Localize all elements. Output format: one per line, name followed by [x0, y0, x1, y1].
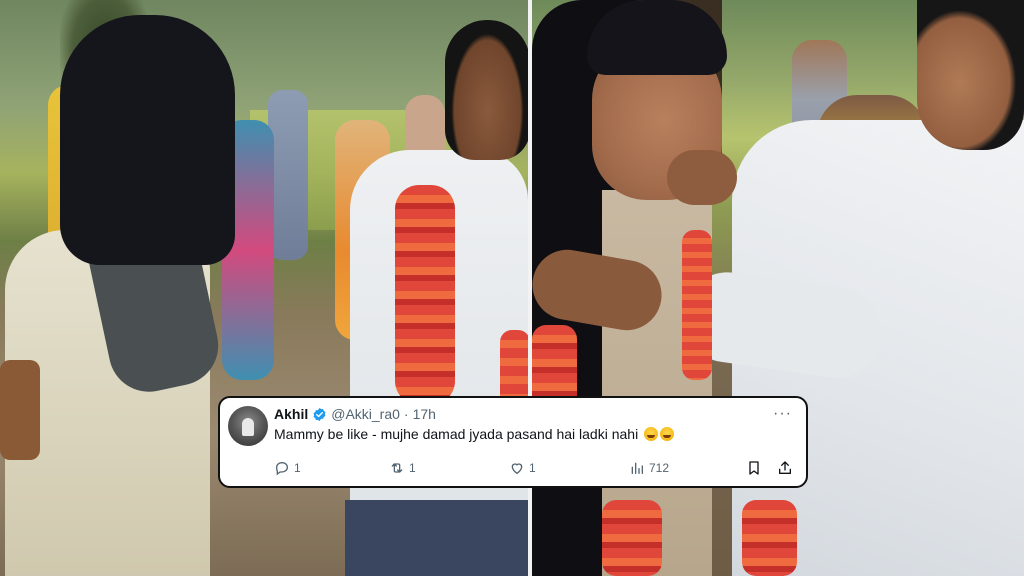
user-handle[interactable]: @Akki_ra0: [331, 406, 400, 422]
right-photo-panel: [532, 0, 1024, 576]
flower-garland: [742, 500, 797, 576]
wooden-stool: [0, 360, 40, 460]
flower-garland: [602, 500, 662, 576]
tweet-text-row: Mammy be like - mujhe damad jyada pasand…: [274, 426, 792, 442]
child-standing: [268, 90, 308, 260]
repost-button[interactable]: 1: [389, 460, 416, 476]
views-bar-chart-icon: [631, 462, 643, 474]
reply-count: 1: [294, 461, 301, 475]
groom-head: [445, 20, 528, 160]
repost-icon: [391, 463, 403, 473]
flower-garland-strand: [682, 230, 712, 380]
repost-count: 1: [409, 461, 416, 475]
tweet-action-bar: 1 1 1 712: [274, 460, 792, 478]
reply-button[interactable]: 1: [274, 460, 301, 476]
separator-dot: ·: [403, 406, 409, 422]
avatar[interactable]: [228, 406, 268, 446]
rolling-on-floor-laughing-emoji: [660, 427, 675, 441]
flower-garland: [395, 185, 455, 405]
groom-head: [917, 0, 1024, 150]
like-button[interactable]: 1: [509, 460, 536, 476]
views-button[interactable]: 712: [629, 460, 669, 476]
timestamp[interactable]: 17h: [413, 406, 436, 422]
share-button[interactable]: [777, 460, 793, 476]
bride-black-veil: [60, 15, 235, 265]
bookmark-icon: [749, 461, 759, 475]
tweet-card[interactable]: Akhil @Akki_ra0 · 17h ··· Mammy be like …: [218, 396, 808, 488]
heart-icon: [511, 463, 523, 474]
verified-badge-icon: [313, 407, 326, 421]
groom-jeans: [345, 500, 528, 576]
bookmark-button[interactable]: [746, 460, 762, 476]
tweet-header: Akhil @Akki_ra0 · 17h ···: [274, 404, 792, 424]
more-options-icon[interactable]: ···: [773, 406, 792, 422]
share-icon: [779, 461, 791, 474]
left-photo-panel: [0, 0, 528, 576]
view-count: 712: [649, 461, 670, 475]
reply-icon: [275, 461, 289, 476]
like-count: 1: [529, 461, 536, 475]
tweet-text: Mammy be like - mujhe damad jyada pasand…: [274, 426, 639, 442]
rolling-on-floor-laughing-emoji: [644, 427, 659, 441]
display-name[interactable]: Akhil: [274, 406, 308, 422]
groom-hand: [667, 150, 737, 205]
